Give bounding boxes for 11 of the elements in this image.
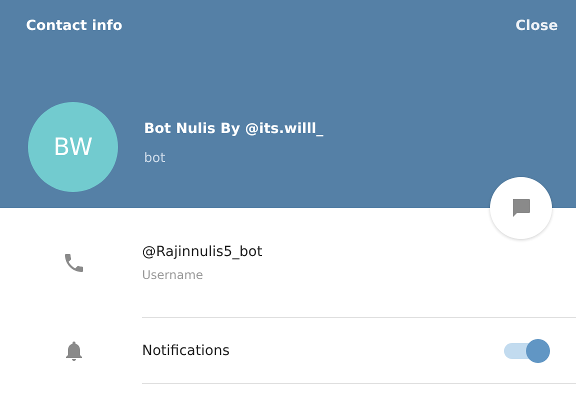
message-button[interactable] (490, 177, 552, 239)
username-label: Username (142, 268, 204, 282)
contact-status: bot (144, 150, 166, 166)
notifications-toggle[interactable] (504, 338, 550, 362)
phone-icon (62, 251, 86, 275)
avatar: BW (28, 102, 118, 192)
contact-name: Bot Nulis By @its.willl_ (144, 120, 324, 136)
panel-title: Contact info (26, 18, 122, 34)
close-button[interactable]: Close (515, 18, 558, 34)
notifications-label: Notifications (142, 342, 230, 358)
username-value: @Rajinnulis5_bot (142, 244, 262, 260)
